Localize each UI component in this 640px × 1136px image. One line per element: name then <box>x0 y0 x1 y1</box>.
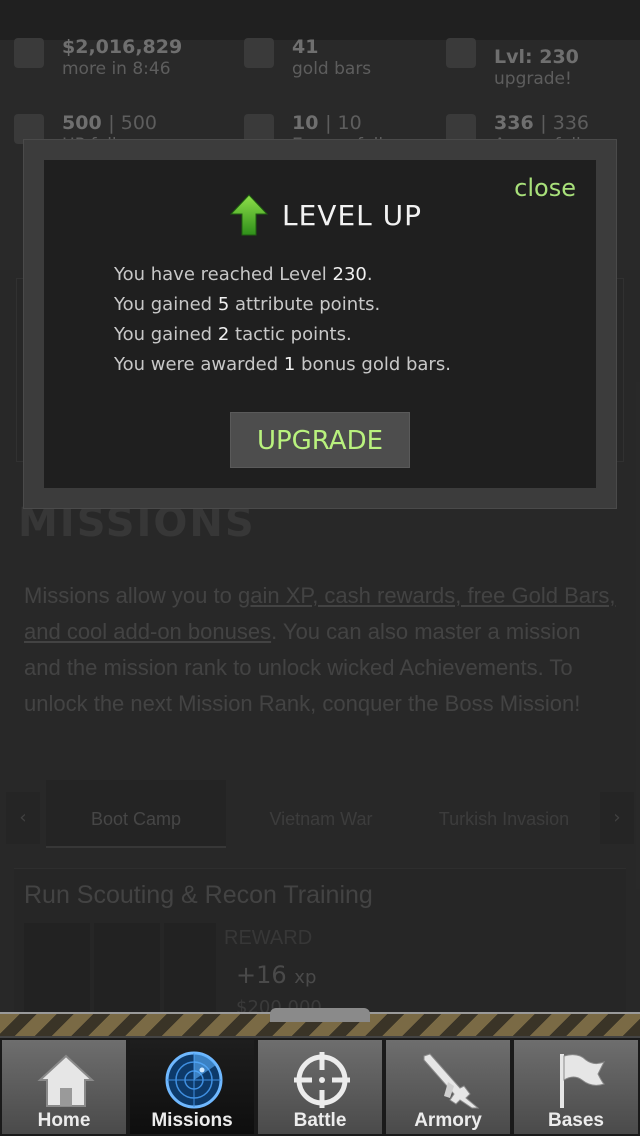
line-text: attribute points. <box>229 294 381 315</box>
line-text: You gained <box>114 324 218 345</box>
level-up-details: You have reached Level 230. You gained 5… <box>114 260 451 380</box>
arrow-up-icon <box>230 194 268 236</box>
nav-rail-handle <box>270 1008 370 1022</box>
nav-battle-label: Battle <box>293 1110 347 1131</box>
flag-icon <box>560 1054 606 1108</box>
line-text: . <box>366 264 373 285</box>
rifle-icon <box>423 1053 480 1109</box>
level-up-title: LEVEL UP <box>282 198 423 232</box>
house-icon <box>37 1054 95 1107</box>
level-up-dialog-frame: close LEVEL UP You have reached Level 23… <box>24 140 616 508</box>
line-text: You gained <box>114 294 218 315</box>
nav-missions-label: Missions <box>151 1110 233 1131</box>
close-button[interactable]: close <box>514 174 576 202</box>
nav-home-label: Home <box>37 1110 91 1131</box>
gold-bonus-number: 1 <box>283 354 296 375</box>
line-text: You have reached Level <box>114 264 333 285</box>
tactic-points-number: 2 <box>217 324 230 345</box>
attribute-points-line: You gained 5 attribute points. <box>114 290 451 320</box>
tactic-points-line: You gained 2 tactic points. <box>114 320 451 350</box>
nav-home[interactable]: Home <box>0 1038 128 1136</box>
nav-battle[interactable]: Battle <box>256 1038 384 1136</box>
radar-icon <box>165 1051 223 1109</box>
attribute-points-number: 5 <box>217 294 230 315</box>
line-text: bonus gold bars. <box>295 354 451 375</box>
nav-missions[interactable]: Missions <box>128 1038 256 1136</box>
line-text: tactic points. <box>229 324 352 345</box>
nav-bases-label: Bases <box>548 1110 604 1131</box>
line-text: You were awarded <box>114 354 284 375</box>
level-up-dialog: close LEVEL UP You have reached Level 23… <box>44 160 596 488</box>
level-number: 230 <box>332 264 367 285</box>
nav-bases[interactable]: Bases <box>512 1038 640 1136</box>
upgrade-button[interactable]: UPGRADE <box>230 412 410 468</box>
nav-armory-label: Armory <box>414 1110 482 1131</box>
gold-bonus-line: You were awarded 1 bonus gold bars. <box>114 350 451 380</box>
bottom-nav: Home Missions Battle Armory Bases <box>0 1038 640 1136</box>
level-up-header: LEVEL UP <box>230 194 422 236</box>
level-reached-line: You have reached Level 230. <box>114 260 451 290</box>
nav-armory[interactable]: Armory <box>384 1038 512 1136</box>
crosshair-icon <box>294 1052 350 1108</box>
